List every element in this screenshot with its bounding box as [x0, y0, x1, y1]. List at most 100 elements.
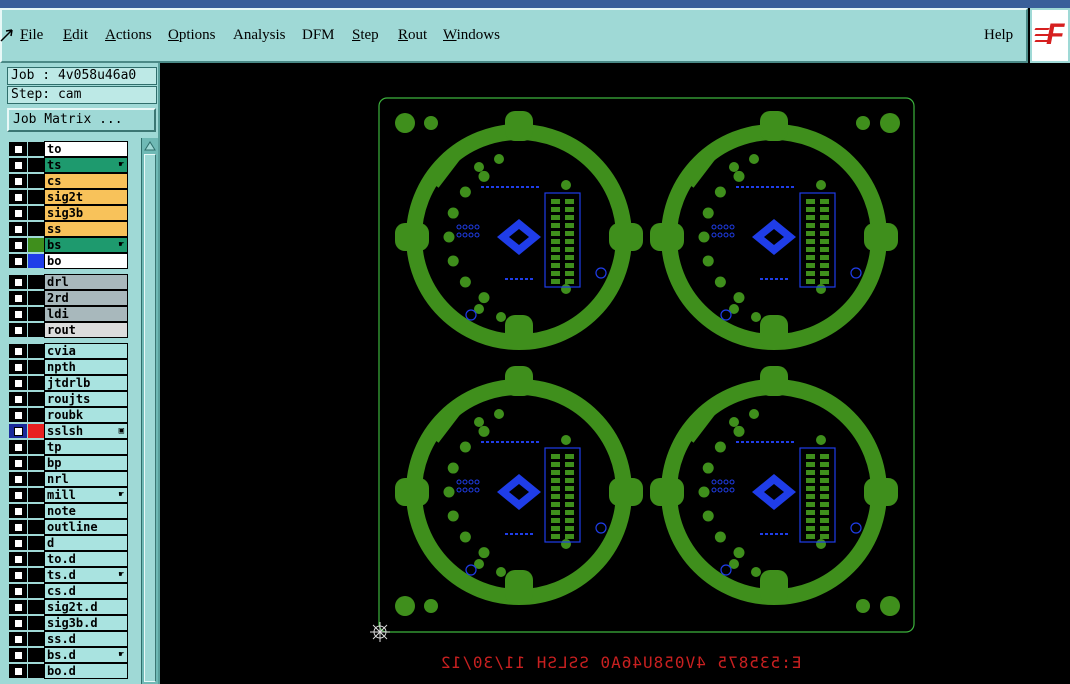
layer-affected-checkbox[interactable] — [8, 253, 28, 269]
layer-name[interactable]: cvia — [44, 343, 128, 359]
layer-affected-checkbox[interactable] — [8, 375, 28, 391]
layer-name[interactable]: cs.d — [44, 583, 128, 599]
layer-name[interactable]: roujts — [44, 391, 128, 407]
layer-display-swatch[interactable] — [28, 471, 44, 487]
layer-display-swatch[interactable] — [28, 583, 44, 599]
menu-rout[interactable]: Rout — [398, 27, 427, 44]
menu-actions[interactable]: Actions — [105, 27, 152, 44]
scroll-thumb[interactable] — [144, 154, 156, 682]
layer-name[interactable]: sig3b.d — [44, 615, 128, 631]
layer-display-swatch[interactable] — [28, 306, 44, 322]
layer-affected-checkbox[interactable] — [8, 663, 28, 679]
layer-affected-checkbox[interactable] — [8, 439, 28, 455]
layer-display-swatch[interactable] — [28, 391, 44, 407]
layer-display-swatch[interactable] — [28, 423, 44, 439]
layer-row-nrl[interactable]: nrl — [8, 471, 129, 487]
layer-affected-checkbox[interactable] — [8, 423, 28, 439]
layer-row-to[interactable]: to — [8, 141, 129, 157]
layer-display-swatch[interactable] — [28, 205, 44, 221]
layer-affected-checkbox[interactable] — [8, 274, 28, 290]
layer-row-rout[interactable]: rout — [8, 322, 129, 338]
layer-name[interactable]: outline — [44, 519, 128, 535]
layer-row-mill[interactable]: mill ☛ — [8, 487, 129, 503]
layer-affected-checkbox[interactable] — [8, 157, 28, 173]
layer-name[interactable]: to.d — [44, 551, 128, 567]
layer-name[interactable]: nrl — [44, 471, 128, 487]
layer-row-2rd[interactable]: 2rd — [8, 290, 129, 306]
layer-row-roujts[interactable]: roujts — [8, 391, 129, 407]
graphic-editor-canvas[interactable]: E:535875 4V058U46A0 SSLSH 11/30/12 — [160, 63, 1070, 684]
layer-display-swatch[interactable] — [28, 189, 44, 205]
layer-row-ss[interactable]: ss — [8, 221, 129, 237]
layer-display-swatch[interactable] — [28, 663, 44, 679]
layer-display-swatch[interactable] — [28, 599, 44, 615]
layer-name[interactable]: jtdrlb — [44, 375, 128, 391]
layer-row-cs[interactable]: cs — [8, 173, 129, 189]
layer-row-sig3b-d[interactable]: sig3b.d — [8, 615, 129, 631]
layer-name[interactable]: ts.d ☛ — [44, 567, 128, 583]
layer-display-swatch[interactable] — [28, 551, 44, 567]
layer-display-swatch[interactable] — [28, 503, 44, 519]
scroll-up-arrow-icon[interactable] — [144, 140, 156, 152]
layer-display-swatch[interactable] — [28, 274, 44, 290]
layer-name[interactable]: note — [44, 503, 128, 519]
menu-help[interactable]: Help — [984, 27, 1013, 44]
layer-name[interactable]: bp — [44, 455, 128, 471]
layer-row-ss-d[interactable]: ss.d — [8, 631, 129, 647]
layer-name[interactable]: bs ☛ — [44, 237, 128, 253]
layer-display-swatch[interactable] — [28, 237, 44, 253]
layer-affected-checkbox[interactable] — [8, 173, 28, 189]
layer-row-sig2t-d[interactable]: sig2t.d — [8, 599, 129, 615]
layer-row-to-d[interactable]: to.d — [8, 551, 129, 567]
layer-row-ts[interactable]: ts ☛ — [8, 157, 129, 173]
layer-affected-checkbox[interactable] — [8, 615, 28, 631]
menu-analysis[interactable]: Analysis — [233, 27, 286, 44]
layer-row-sig3b[interactable]: sig3b — [8, 205, 129, 221]
layer-row-jtdrlb[interactable]: jtdrlb — [8, 375, 129, 391]
menu-step[interactable]: Step — [352, 27, 379, 44]
layer-row-bo[interactable]: bo — [8, 253, 129, 269]
layer-display-swatch[interactable] — [28, 615, 44, 631]
layer-affected-checkbox[interactable] — [8, 359, 28, 375]
layer-display-swatch[interactable] — [28, 455, 44, 471]
layer-display-swatch[interactable] — [28, 535, 44, 551]
layer-display-swatch[interactable] — [28, 519, 44, 535]
layer-affected-checkbox[interactable] — [8, 205, 28, 221]
layer-name[interactable]: bo — [44, 253, 128, 269]
layer-name[interactable]: rout — [44, 322, 128, 338]
layer-affected-checkbox[interactable] — [8, 322, 28, 338]
layer-name[interactable]: bo.d — [44, 663, 128, 679]
layer-name[interactable]: sslsh ▣ — [44, 423, 128, 439]
layer-affected-checkbox[interactable] — [8, 631, 28, 647]
layer-affected-checkbox[interactable] — [8, 583, 28, 599]
layer-display-swatch[interactable] — [28, 631, 44, 647]
layer-row-cvia[interactable]: cvia — [8, 343, 129, 359]
layer-affected-checkbox[interactable] — [8, 551, 28, 567]
layer-display-swatch[interactable] — [28, 253, 44, 269]
layer-display-swatch[interactable] — [28, 375, 44, 391]
layer-affected-checkbox[interactable] — [8, 221, 28, 237]
layer-affected-checkbox[interactable] — [8, 455, 28, 471]
layer-name[interactable]: sig2t — [44, 189, 128, 205]
layer-name[interactable]: bs.d ☛ — [44, 647, 128, 663]
menu-file[interactable]: File — [20, 27, 43, 44]
layer-display-swatch[interactable] — [28, 567, 44, 583]
layer-row-ts-d[interactable]: ts.d ☛ — [8, 567, 129, 583]
layer-row-bp[interactable]: bp — [8, 455, 129, 471]
layer-display-swatch[interactable] — [28, 141, 44, 157]
layer-affected-checkbox[interactable] — [8, 407, 28, 423]
menu-options[interactable]: Options — [168, 27, 216, 44]
layer-name[interactable]: sig3b — [44, 205, 128, 221]
layer-row-d[interactable]: d — [8, 535, 129, 551]
layer-name[interactable]: tp — [44, 439, 128, 455]
layer-affected-checkbox[interactable] — [8, 306, 28, 322]
layer-row-npth[interactable]: npth — [8, 359, 129, 375]
menu-dfm[interactable]: DFM — [302, 27, 335, 44]
layer-affected-checkbox[interactable] — [8, 471, 28, 487]
menu-windows[interactable]: Windows — [443, 27, 500, 44]
layer-name[interactable]: ts ☛ — [44, 157, 128, 173]
layer-name[interactable]: drl — [44, 274, 128, 290]
layer-affected-checkbox[interactable] — [8, 535, 28, 551]
layer-affected-checkbox[interactable] — [8, 519, 28, 535]
layer-affected-checkbox[interactable] — [8, 391, 28, 407]
